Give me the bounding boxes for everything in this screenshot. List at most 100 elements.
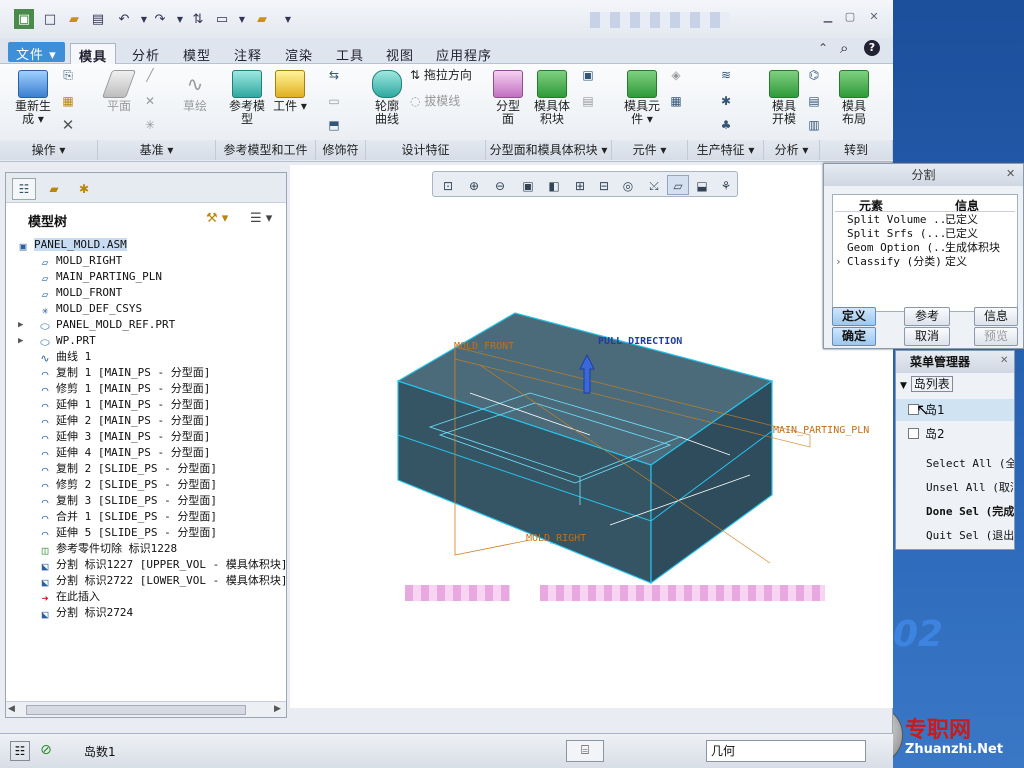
tree-row[interactable]: ◠ 合并 1 [SLIDE_PS - 分型面] <box>6 509 286 525</box>
island-2-checkbox[interactable]: 岛2 <box>896 423 1014 445</box>
app-logo-icon[interactable]: ▣ <box>14 9 34 29</box>
copy-icon[interactable]: ⎘ <box>60 68 76 82</box>
tree-row[interactable]: ◠ 复制 1 [MAIN_PS - 分型面] <box>6 365 286 381</box>
tree-row[interactable]: ➜ 在此插入 <box>6 589 286 605</box>
section-icon[interactable]: ⊟ <box>593 175 615 195</box>
spin-center-icon[interactable]: ⚘ <box>715 175 737 195</box>
define-button[interactable]: 定义 <box>832 307 876 326</box>
runner-icon[interactable]: ≋ <box>718 68 734 82</box>
parting-surface-button[interactable]: 分型 面 <box>492 70 524 126</box>
tree-row[interactable]: ◠ 复制 3 [SLIDE_PS - 分型面] <box>6 493 286 509</box>
group-components[interactable]: 元件 ▾ <box>612 140 688 160</box>
refit-icon[interactable]: ⊡ <box>437 175 459 195</box>
regenerate-button[interactable]: 重新生 成 ▾ <box>10 70 56 126</box>
axis-icon[interactable]: ╱ <box>142 68 158 82</box>
close-window-icon[interactable]: ▰ <box>252 9 272 29</box>
annotation-display-icon[interactable]: ⬓ <box>691 175 713 195</box>
analysis-volume-icon[interactable]: ▤ <box>806 94 822 108</box>
tree-row[interactable]: ◠ 修剪 1 [MAIN_PS - 分型面] <box>6 381 286 397</box>
tab-render[interactable]: 渲染 <box>277 43 321 64</box>
tab-mold[interactable]: 模具 <box>70 43 117 65</box>
references-button[interactable]: 参考 <box>904 307 950 326</box>
quit-select-item[interactable]: Quit Sel (退出 <box>896 525 1014 547</box>
tab-file[interactable]: 文件 ▾ <box>8 42 65 63</box>
browser-toggle-icon[interactable]: ⊘ <box>36 741 56 761</box>
group-production-features[interactable]: 生产特征 ▾ <box>688 140 764 160</box>
redo-icon[interactable]: ↷ <box>150 9 170 29</box>
point-icon[interactable]: ✕ <box>142 94 158 108</box>
contour-curve-button[interactable]: 轮廓 曲线 <box>368 70 406 126</box>
expand-arrow-icon[interactable]: ▶ <box>18 317 23 333</box>
tab-analysis[interactable]: 分析 <box>124 43 168 64</box>
tree-horizontal-scrollbar[interactable]: ◀ ▶ <box>6 701 286 717</box>
tree-row[interactable]: ▶ ⬭ PANEL_MOLD_REF.PRT <box>6 317 286 333</box>
split-element-row[interactable]: › Classify (分类) 定义 <box>833 255 1019 269</box>
camera-icon[interactable]: ◎ <box>617 175 639 195</box>
scroll-right-icon[interactable]: ▶ <box>274 704 281 714</box>
split-dialog-close-icon[interactable]: ✕ <box>1006 167 1015 180</box>
tree-row[interactable]: ◫ 参考零件切除 标识1228 <box>6 541 286 557</box>
mold-component-button[interactable]: 模具元 件 ▾ <box>622 70 662 126</box>
analysis-draft-icon[interactable]: ▥ <box>806 118 822 132</box>
group-datum[interactable]: 基准 ▾ <box>98 140 216 160</box>
saved-views-icon[interactable]: ⊞ <box>569 175 591 195</box>
tab-annotate[interactable]: 注释 <box>226 43 270 64</box>
tree-row[interactable]: ◠ 延伸 3 [MAIN_PS - 分型面] <box>6 429 286 445</box>
customize-toolbar-icon[interactable]: ▼ <box>278 9 298 29</box>
datum-display-icon[interactable]: ⤩ <box>643 175 665 195</box>
minimize-ribbon-icon[interactable]: ⌃ <box>818 41 828 55</box>
tab-view[interactable]: 视图 <box>378 43 422 64</box>
tree-row[interactable]: ◠ 复制 2 [SLIDE_PS - 分型面] <box>6 461 286 477</box>
redo-dropdown-icon[interactable]: ▼ <box>170 9 190 29</box>
cancel-button[interactable]: 取消 <box>904 327 950 346</box>
modifier-icon[interactable]: ▭ <box>326 94 342 108</box>
windows-dropdown-icon[interactable]: ▼ <box>232 9 252 29</box>
ejector-icon[interactable]: ♣ <box>718 118 734 132</box>
analysis-tool-icon[interactable]: ⌬ <box>806 68 822 82</box>
tree-row[interactable]: ◠ 延伸 1 [MAIN_PS - 分型面] <box>6 397 286 413</box>
plane-display-icon[interactable]: ▱ <box>667 175 689 195</box>
done-select-item[interactable]: Done Sel (完成 <box>896 501 1014 523</box>
new-file-icon[interactable]: □ <box>40 9 60 29</box>
tree-row[interactable]: ◠ 延伸 2 [MAIN_PS - 分型面] <box>6 413 286 429</box>
zoom-in-icon[interactable]: ⊕ <box>463 175 485 195</box>
tree-settings-icon[interactable]: ⚒ ▾ <box>206 211 228 226</box>
navigator-toggle-icon[interactable]: ☷ <box>10 741 30 761</box>
split-element-row[interactable]: Split Srfs (... 已定义 <box>833 227 1019 241</box>
shrink-icon[interactable]: ⇆ <box>326 68 342 82</box>
scroll-thumb[interactable] <box>26 705 246 715</box>
island-list-header[interactable]: ▼ 岛列表 <box>896 373 1014 395</box>
split-element-row[interactable]: Geom Option (... 生成体积块 <box>833 241 1019 255</box>
tab-model[interactable]: 模型 <box>175 43 219 64</box>
volume-tool-icon[interactable]: ▤ <box>580 94 596 108</box>
preview-button[interactable]: 预览 <box>974 327 1018 346</box>
tree-row[interactable]: ◠ 修剪 2 [SLIDE_PS - 分型面] <box>6 477 286 493</box>
filter-dropdown[interactable]: 几何 <box>706 740 866 762</box>
tab-tools[interactable]: 工具 <box>328 43 372 64</box>
split-volume-icon[interactable]: ▣ <box>580 68 596 82</box>
display-style-icon[interactable]: ◧ <box>543 175 565 195</box>
minimize-icon[interactable]: ▁ <box>820 10 836 24</box>
island-1-checkbox[interactable]: 岛1 <box>896 399 1014 421</box>
tree-row[interactable]: ⬕ 分割 标识2722 [LOWER_VOL - 模具体积块] <box>6 573 288 589</box>
tab-folder-browser[interactable]: ▰ <box>42 178 66 200</box>
drag-direction-button[interactable]: ⇅ 拖拉方向 <box>410 69 480 82</box>
plane-button[interactable]: 平面 <box>101 70 137 113</box>
info-button[interactable]: 信息 <box>974 307 1018 326</box>
group-analysis[interactable]: 分析 ▾ <box>764 140 820 160</box>
tab-applications[interactable]: 应用程序 <box>428 43 500 64</box>
tree-row[interactable]: ◠ 延伸 4 [MAIN_PS - 分型面] <box>6 445 286 461</box>
regenerate-icon[interactable]: ⇅ <box>188 9 208 29</box>
repaint-icon[interactable]: ▣ <box>517 175 539 195</box>
maximize-icon[interactable]: ▢ <box>842 10 858 24</box>
mold-volume-button[interactable]: 模具体 积块 <box>530 70 574 126</box>
sketch-button[interactable]: ∿ 草绘 <box>178 70 212 113</box>
tree-row[interactable]: ▱ MOLD_RIGHT <box>6 253 286 269</box>
reference-model-button[interactable]: 参考模 型 <box>226 70 268 126</box>
tree-row[interactable]: ▱ MAIN_PARTING_PLN <box>6 269 286 285</box>
scroll-left-icon[interactable]: ◀ <box>8 704 15 714</box>
search-icon[interactable]: ⌕ <box>840 39 848 57</box>
unselect-all-item[interactable]: Unsel All (取消 <box>896 477 1014 499</box>
tree-row[interactable]: ▱ MOLD_FRONT <box>6 285 286 301</box>
tab-favorites[interactable]: ✱ <box>72 178 96 200</box>
